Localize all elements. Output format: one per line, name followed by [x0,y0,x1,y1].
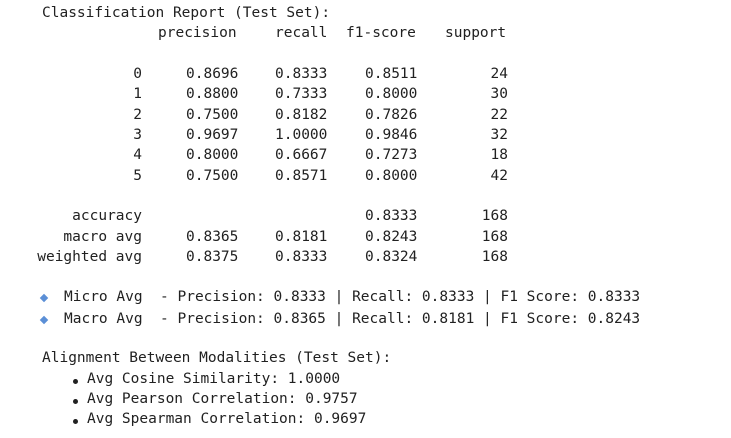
row-recall: 0.8333 [275,66,328,82]
row-precision: 0.8800 [186,86,239,102]
bullet-icon [73,399,78,404]
row-label: 2 [133,107,142,123]
accuracy-support: 168 [481,208,508,224]
row-recall: 0.8182 [275,107,328,123]
row-precision: 0.7500 [186,107,239,123]
macro-avg-recall: 0.8181 [275,229,328,245]
diamond-icon [39,315,49,325]
row-label: 4 [133,147,142,163]
spearman-correlation: Avg Spearman Correlation: 0.9697 [87,411,367,427]
header-support: support [445,25,507,41]
row-f1: 0.8000 [365,168,418,184]
pearson-correlation: Avg Pearson Correlation: 0.9757 [87,391,358,407]
weighted-avg-recall: 0.8333 [275,249,328,265]
row-label: 1 [133,86,142,102]
row-label: 0 [133,66,142,82]
row-support: 24 [490,66,508,82]
row-f1: 0.8000 [365,86,418,102]
row-precision: 0.9697 [186,127,239,143]
row-support: 22 [490,107,508,123]
diamond-icon [39,293,49,303]
row-recall: 1.0000 [275,127,328,143]
cosine-similarity: Avg Cosine Similarity: 1.0000 [87,371,341,387]
row-precision: 0.7500 [186,168,239,184]
macro-avg-support: 168 [481,229,508,245]
header-precision: precision [158,25,237,41]
row-support: 32 [490,127,508,143]
micro-avg-summary: Micro Avg - Precision: 0.8333 | Recall: … [64,289,641,305]
row-f1: 0.8511 [365,66,418,82]
bullet-icon [73,379,78,384]
row-support: 18 [490,147,508,163]
weighted-avg-precision: 0.8375 [186,249,239,265]
accuracy-label: accuracy [72,208,142,224]
report-title: Classification Report (Test Set): [42,5,331,21]
header-recall: recall [275,25,328,41]
row-f1: 0.7826 [365,107,418,123]
macro-avg-precision: 0.8365 [186,229,239,245]
weighted-avg-support: 168 [481,249,508,265]
weighted-avg-f1: 0.8324 [365,249,418,265]
row-precision: 0.8696 [186,66,239,82]
row-recall: 0.8571 [275,168,328,184]
macro-avg-f1: 0.8243 [365,229,418,245]
weighted-avg-label: weighted avg [37,249,142,265]
macro-avg-summary: Macro Avg - Precision: 0.8365 | Recall: … [64,311,641,327]
header-f1-score: f1-score [346,25,416,41]
row-recall: 0.6667 [275,147,328,163]
alignment-title: Alignment Between Modalities (Test Set): [42,350,392,366]
row-support: 30 [490,86,508,102]
row-recall: 0.7333 [275,86,328,102]
bullet-icon [73,419,78,424]
row-label: 3 [133,127,142,143]
row-f1: 0.7273 [365,147,418,163]
macro-avg-label: macro avg [63,229,142,245]
output-cell: { "report": { "title": "Classification R… [0,0,731,438]
row-label: 5 [133,168,142,184]
row-f1: 0.9846 [365,127,418,143]
row-precision: 0.8000 [186,147,239,163]
accuracy-f1: 0.8333 [365,208,418,224]
row-support: 42 [490,168,508,184]
